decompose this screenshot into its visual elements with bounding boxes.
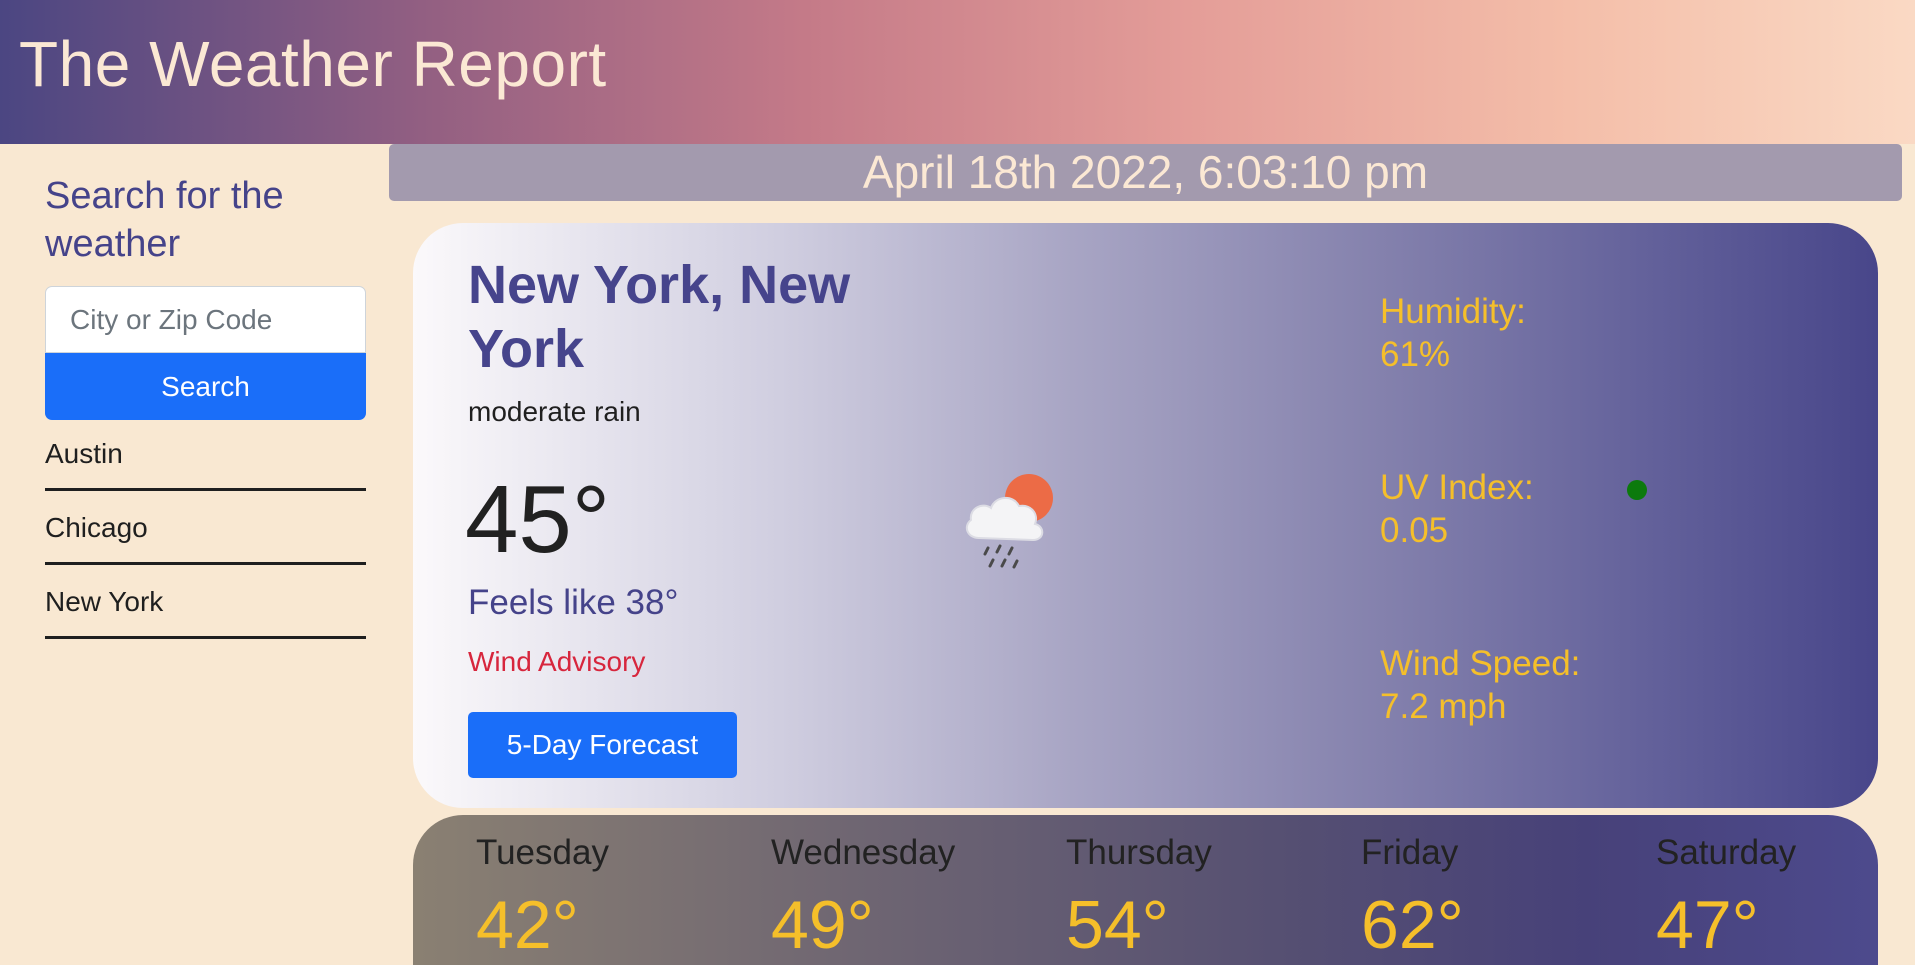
search-heading: Search for the weather [45, 175, 284, 265]
humidity-label: Humidity: [1380, 292, 1526, 331]
city-search-input[interactable] [45, 286, 366, 353]
current-temperature: 45° [465, 466, 611, 573]
cloud-rain-sun-icon [953, 468, 1073, 578]
forecast-day-temp: 54° [1066, 887, 1169, 963]
weather-condition: moderate rain [468, 396, 641, 427]
forecast-day-name: Tuesday [476, 833, 609, 872]
humidity-stat: Humidity: 61% [1380, 290, 1640, 376]
uv-index-label: UV Index: [1380, 468, 1534, 507]
forecast-day-name: Wednesday [771, 833, 956, 872]
wind-speed-stat: Wind Speed: 7.2 mph [1380, 642, 1640, 728]
city-name: New York, New York [468, 255, 851, 379]
uv-indicator-dot [1627, 480, 1647, 500]
feels-like-temperature: Feels like 38° [468, 583, 679, 622]
current-weather-card: New York, New York moderate rain 45° Fee… [413, 223, 1878, 808]
forecast-day-name: Saturday [1656, 833, 1797, 872]
forecast-day-name: Friday [1361, 833, 1459, 872]
forecast-day-temp: 47° [1656, 887, 1759, 963]
weather-advisory: Wind Advisory [468, 646, 646, 677]
wind-speed-value: 7.2 mph [1380, 687, 1507, 726]
forecast-day: Wednesday 49° [771, 830, 1051, 965]
app-header: The Weather Report [0, 0, 1915, 144]
uv-index-stat: UV Index: 0.05 [1380, 466, 1640, 552]
search-history-list: Austin Chicago New York [45, 432, 366, 639]
history-item-austin[interactable]: Austin [45, 432, 366, 491]
uv-index-value: 0.05 [1380, 511, 1449, 550]
five-day-forecast-button[interactable]: 5-Day Forecast [468, 712, 737, 778]
app-title: The Weather Report [19, 28, 607, 100]
forecast-day-temp: 42° [476, 887, 579, 963]
history-item-chicago[interactable]: Chicago [45, 506, 366, 565]
five-day-forecast-card: Tuesday 42° Wednesday 49° Thursday 54° F… [413, 815, 1878, 965]
forecast-day: Friday 62° [1361, 830, 1641, 965]
search-sidebar: Search for the weather Search Austin Chi… [45, 172, 366, 654]
forecast-day: Saturday 47° [1656, 830, 1878, 965]
history-item-new-york[interactable]: New York [45, 580, 366, 639]
current-datetime: April 18th 2022, 6:03:10 pm [389, 144, 1902, 201]
humidity-value: 61% [1380, 335, 1451, 374]
forecast-day: Tuesday 42° [476, 830, 756, 965]
forecast-day: Thursday 54° [1066, 830, 1346, 965]
search-button[interactable]: Search [45, 353, 366, 420]
forecast-day-name: Thursday [1066, 833, 1212, 872]
forecast-day-temp: 49° [771, 887, 874, 963]
forecast-day-temp: 62° [1361, 887, 1464, 963]
wind-speed-label: Wind Speed: [1380, 644, 1581, 683]
